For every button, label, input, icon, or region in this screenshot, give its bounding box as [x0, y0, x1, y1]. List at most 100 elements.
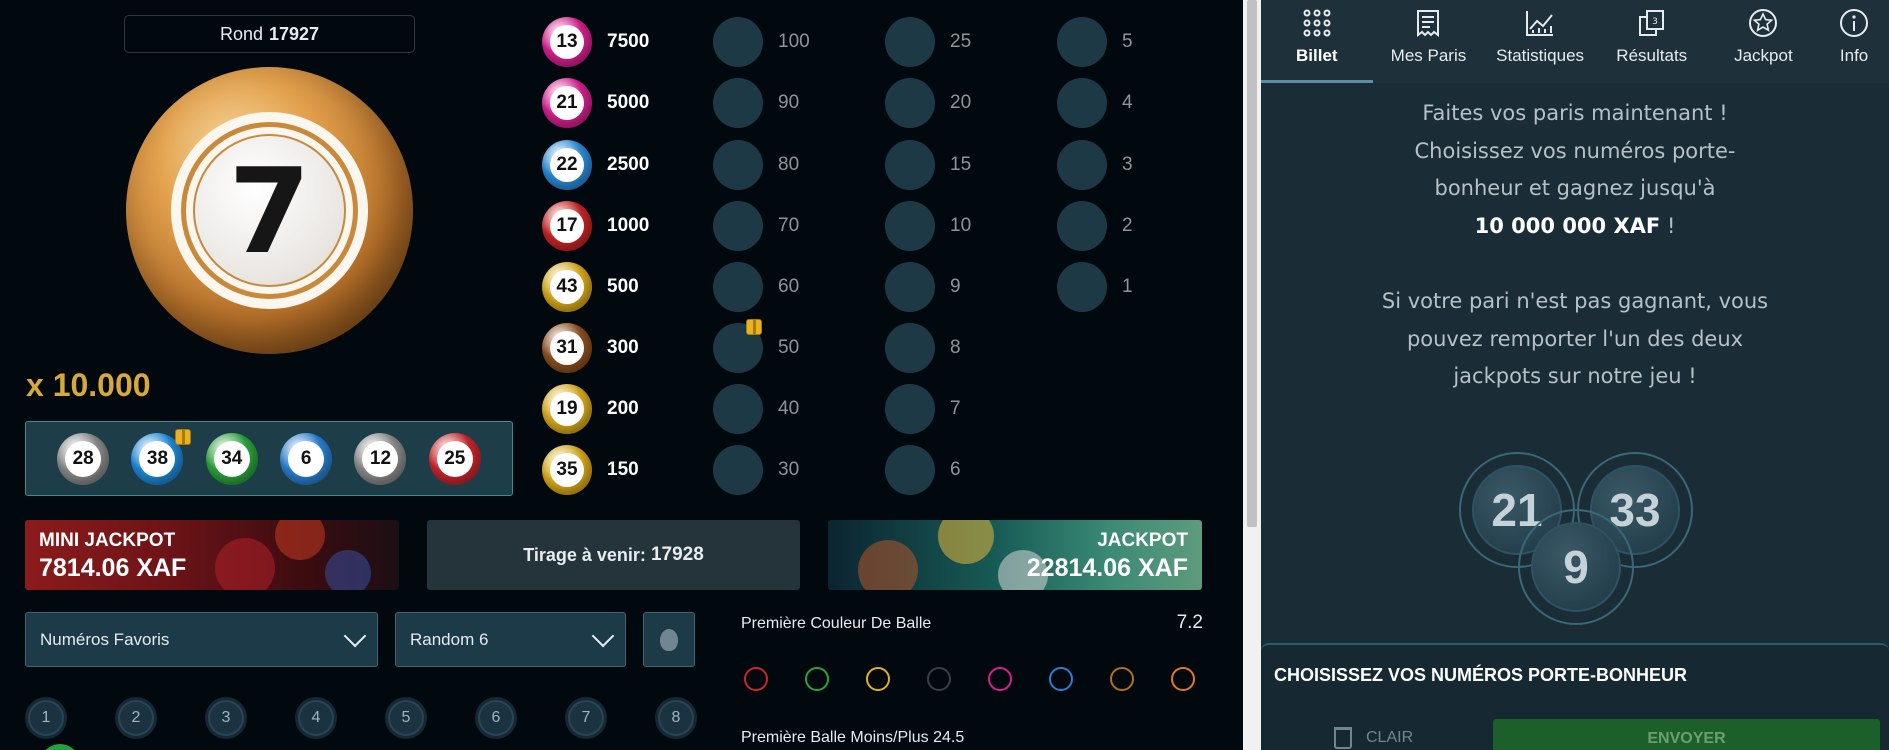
star-icon: [1748, 8, 1778, 38]
color-option[interactable]: [927, 667, 951, 691]
payout-slot[interactable]: 90: [713, 78, 799, 128]
favorites-select-value: Numéros Favoris: [40, 629, 170, 649]
payout-slot-value: 1: [1122, 276, 1133, 297]
color-option[interactable]: [866, 667, 890, 691]
number-ball[interactable]: 4: [295, 697, 337, 739]
payout-slot[interactable]: 20: [885, 78, 971, 128]
mini-jackpot-banner: MINI JACKPOT 7814.06 XAF: [25, 520, 399, 590]
tab-jackpot[interactable]: Jackpot: [1708, 0, 1820, 83]
payout-slot-circle: [1057, 262, 1107, 312]
drawn-ball-number: 12: [362, 440, 399, 477]
payout-value: 2500: [607, 154, 650, 175]
info-icon: [1839, 8, 1869, 38]
payout-slot[interactable]: 3: [1057, 140, 1133, 190]
payout-slot-circle: [885, 78, 935, 128]
game-scrollbar[interactable]: [1243, 0, 1261, 750]
payout-slot[interactable]: 6: [885, 445, 961, 495]
drawn-ball-number: 25: [436, 440, 473, 477]
color-option[interactable]: [1171, 667, 1195, 691]
number-ball[interactable]: 8: [655, 697, 697, 739]
payout-slot[interactable]: 7: [885, 384, 961, 434]
color-option[interactable]: [744, 667, 768, 691]
payout-value: 7500: [607, 31, 650, 52]
payout-slot[interactable]: 40: [713, 384, 799, 434]
color-option[interactable]: [1110, 667, 1134, 691]
payout-ball-number: 22: [550, 148, 584, 182]
payout-slot[interactable]: 80: [713, 140, 799, 190]
color-option[interactable]: [988, 667, 1012, 691]
promo-text: Faites vos paris maintenant ! Choisissez…: [1261, 95, 1889, 396]
jackpot-label: JACKPOT: [1097, 530, 1188, 551]
number-ball[interactable]: 7: [565, 697, 607, 739]
payout-ball-number: 13: [550, 25, 584, 59]
under-over-label: Première Balle Moins/Plus 24.5: [741, 729, 965, 746]
payout-slot[interactable]: 1: [1057, 262, 1133, 312]
illustration-ball: 9: [1518, 509, 1634, 625]
payout-slot-circle: [1057, 140, 1107, 190]
payout-slot[interactable]: 10: [885, 201, 971, 251]
payout-slot[interactable]: 2: [1057, 201, 1133, 251]
trash-icon: [1334, 727, 1352, 749]
payout-row: 19 200: [542, 384, 639, 434]
color-option[interactable]: [805, 667, 829, 691]
tab-label: Billet: [1296, 46, 1338, 65]
lucky-numbers-illustration: 21 33 9: [1459, 452, 1699, 632]
promo-line: jackpots sur notre jeu !: [1453, 364, 1697, 388]
number-ball[interactable]: 6: [475, 697, 517, 739]
gift-icon: [746, 319, 762, 335]
round-label: Rond: [219, 23, 263, 44]
tab-r-sultats[interactable]: 3 Résultats: [1596, 0, 1708, 83]
current-ball-number: 7: [228, 141, 311, 280]
current-ball: 7: [126, 67, 413, 354]
payout-slot-value: 5: [1122, 31, 1133, 52]
payout-slot-value: 10: [950, 215, 972, 236]
payout-slot[interactable]: 8: [885, 323, 961, 373]
payout-slot[interactable]: 30: [713, 445, 799, 495]
favorites-select[interactable]: Numéros Favoris: [25, 612, 378, 667]
payout-slot-value: 7: [950, 398, 961, 419]
favorite-button[interactable]: [643, 612, 695, 667]
payout-slot-value: 6: [950, 459, 961, 480]
payout-slot-circle: [1057, 78, 1107, 128]
promo-line: pouvez remporter l'un des deux: [1406, 326, 1744, 351]
send-button[interactable]: ENVOYER: [1493, 719, 1880, 750]
payout-ball-number: 43: [550, 270, 584, 304]
round-number: 17927: [268, 23, 320, 44]
payout-slot[interactable]: 5: [1057, 17, 1133, 67]
tab-info[interactable]: Info: [1819, 0, 1889, 83]
promo-amount: 10 000 000 XAF: [1474, 213, 1661, 238]
payout-slot[interactable]: 60: [713, 262, 799, 312]
tab-statistiques[interactable]: Statistiques: [1484, 0, 1596, 83]
payout-slot-circle: [713, 445, 763, 495]
drawn-ball-number: 6: [288, 440, 325, 477]
payout-slot-value: 2: [1122, 215, 1133, 236]
payout-slot[interactable]: 25: [885, 17, 971, 67]
gift-icon: [175, 428, 192, 445]
selected-ball-peek[interactable]: [40, 744, 80, 750]
first-color-options: [744, 667, 1232, 691]
number-ball[interactable]: 3: [205, 697, 247, 739]
tab-mes-paris[interactable]: Mes Paris: [1373, 0, 1485, 83]
number-ball[interactable]: 2: [115, 697, 157, 739]
color-option[interactable]: [1049, 667, 1073, 691]
promo-spacer: [1261, 245, 1889, 283]
scrollbar-thumb[interactable]: [1247, 0, 1257, 527]
number-ball[interactable]: 5: [385, 697, 427, 739]
payout-slot[interactable]: 15: [885, 140, 971, 190]
payout-slot[interactable]: 70: [713, 201, 799, 251]
payout-slot-circle: [885, 17, 935, 67]
payout-slot[interactable]: 100: [713, 17, 810, 67]
lucky-numbers-section: CHOISISSEZ VOS NUMÉROS PORTE-BONHEUR CLA…: [1261, 643, 1889, 750]
payout-value: 200: [607, 398, 639, 419]
payout-slot[interactable]: 4: [1057, 78, 1133, 128]
drawn-ball: 25: [428, 432, 481, 485]
payout-slot[interactable]: 9: [885, 262, 961, 312]
drawn-ball-number: 28: [65, 440, 102, 477]
random-select[interactable]: Random 6: [395, 612, 626, 667]
clear-button[interactable]: CLAIR: [1334, 727, 1413, 749]
number-ball[interactable]: 1: [25, 697, 67, 739]
payout-ball-number: 17: [550, 209, 584, 243]
payout-row: 43 500: [542, 262, 639, 312]
promo-line: Choisissez vos numéros porte-: [1414, 138, 1736, 163]
tab-billet[interactable]: Billet: [1261, 0, 1373, 83]
